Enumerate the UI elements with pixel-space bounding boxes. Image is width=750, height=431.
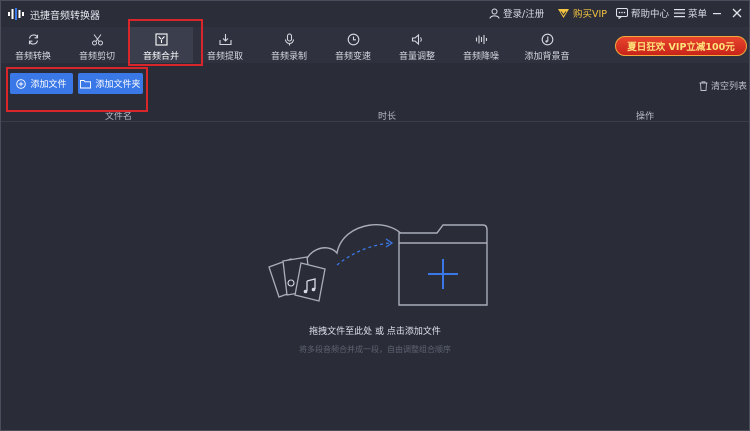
- hamburger-icon: [674, 9, 685, 18]
- tab-label: 音频转换: [14, 52, 51, 62]
- app-title: 迅捷音频转换器: [30, 11, 100, 22]
- vip-icon: [558, 8, 569, 18]
- tab-add-background-music[interactable]: 添加背景音: [515, 27, 579, 63]
- drop-zone-illustration[interactable]: [265, 201, 495, 313]
- tab-audio-convert[interactable]: 音频转换: [1, 27, 65, 63]
- tab-volume-adjust[interactable]: 音量调整: [385, 27, 449, 63]
- tab-label: 音频变速: [334, 52, 371, 62]
- column-header-actions: 操作: [636, 112, 655, 122]
- music-note-icon: [541, 33, 553, 46]
- refresh-icon: [28, 34, 38, 45]
- microphone-icon: [284, 33, 294, 46]
- menu-label: 菜单: [688, 9, 708, 20]
- menu-button[interactable]: 菜单: [674, 6, 707, 20]
- drop-zone-description: 将多段音频合并成一段，自由调整组合顺序: [299, 345, 451, 354]
- scissors-icon: [91, 34, 103, 46]
- tab-label: 音频降噪: [462, 52, 499, 62]
- login-label: 登录/注册: [503, 9, 545, 20]
- drop-zone-hint: 拖拽文件至此处 或 点击添加文件: [309, 327, 441, 337]
- column-header-duration: 时长: [378, 112, 397, 122]
- clear-list-label: 清空列表: [711, 82, 748, 92]
- noise-reduction-icon: [475, 35, 487, 44]
- tab-label: 音频录制: [270, 52, 307, 62]
- login-button[interactable]: 登录/注册: [489, 6, 544, 20]
- extract-icon: [218, 34, 232, 46]
- user-icon: [489, 8, 500, 19]
- trash-icon: [699, 80, 708, 91]
- tab-audio-cut[interactable]: 音频剪切: [65, 27, 129, 63]
- tab-label: 音频剪切: [78, 52, 115, 62]
- minimize-icon[interactable]: [709, 5, 725, 21]
- app-window: 迅捷音频转换器 登录/注册 购买VIP 帮助中心 菜单 音频转换 音频剪切 音频…: [0, 0, 750, 431]
- help-center-button[interactable]: 帮助中心: [616, 6, 669, 20]
- highlight-box-add-buttons: [6, 67, 148, 112]
- speed-icon: [347, 33, 359, 46]
- close-icon[interactable]: [729, 5, 745, 21]
- vip-label: 购买VIP: [573, 9, 608, 20]
- app-logo-icon: [8, 8, 24, 20]
- tab-noise-reduction[interactable]: 音频降噪: [449, 27, 513, 63]
- tab-label: 添加背景音: [524, 52, 570, 62]
- buy-vip-button[interactable]: 购买VIP: [557, 6, 607, 20]
- promo-banner-button[interactable]: 夏日狂欢 VIP立减100元: [615, 36, 747, 56]
- tab-audio-record[interactable]: 音频录制: [257, 27, 321, 63]
- title-bar: 迅捷音频转换器 登录/注册 购买VIP 帮助中心 菜单: [1, 1, 749, 27]
- folder-plus-icon: [398, 224, 488, 306]
- tab-label: 音频提取: [206, 52, 243, 62]
- tab-label: 音量调整: [398, 52, 435, 62]
- volume-icon: [411, 33, 422, 46]
- clear-list-button[interactable]: 清空列表: [699, 79, 747, 92]
- tab-audio-speed[interactable]: 音频变速: [321, 27, 385, 63]
- highlight-box-merge-tab: [128, 19, 203, 66]
- chat-icon: [616, 7, 628, 19]
- help-label: 帮助中心: [631, 9, 670, 20]
